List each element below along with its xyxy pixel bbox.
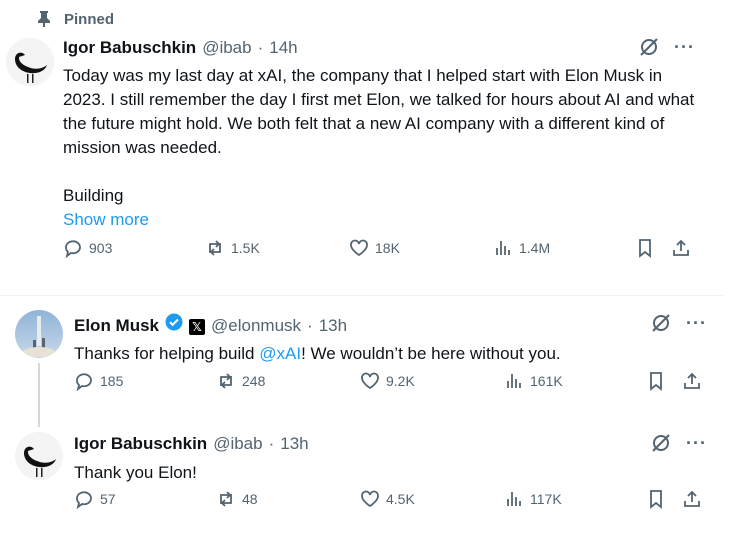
mention-link[interactable]: @xAI: [259, 344, 301, 363]
author-name[interactable]: Elon Musk: [74, 316, 159, 336]
tweet-corner-actions: ···: [650, 432, 707, 454]
heart-icon: [361, 490, 379, 508]
more-options-icon[interactable]: ···: [686, 313, 707, 334]
repost-count: 48: [242, 491, 258, 507]
more-options-icon[interactable]: ···: [674, 37, 695, 58]
like-button[interactable]: 9.2K: [360, 371, 415, 391]
repost-count: 1.5K: [231, 240, 260, 256]
reply-count: 903: [89, 240, 113, 256]
bookmark-icon[interactable]: [635, 238, 655, 258]
views-button[interactable]: 161K: [504, 371, 563, 391]
more-options-icon[interactable]: ···: [686, 433, 707, 454]
grok-icon[interactable]: [650, 432, 672, 454]
avatar[interactable]: [15, 432, 63, 480]
separator-dot: ·: [268, 434, 275, 453]
grok-icon[interactable]: [638, 36, 660, 58]
views-button[interactable]: 117K: [504, 489, 562, 509]
thread-connector-line: [38, 363, 40, 427]
reply-button[interactable]: 57: [74, 489, 116, 509]
repost-icon: [209, 240, 221, 256]
separator-dot: ·: [257, 38, 264, 57]
repost-icon: [220, 491, 232, 507]
share-icon[interactable]: [682, 489, 702, 509]
views-count: 161K: [530, 373, 563, 389]
tweet-text: Thank you Elon!: [74, 463, 197, 482]
reply-button[interactable]: 903: [63, 238, 112, 258]
tweet-corner-actions: ···: [650, 312, 707, 334]
swan-avatar-image: [15, 432, 63, 480]
bookmark-icon[interactable]: [646, 489, 666, 509]
heart-icon: [361, 372, 379, 390]
heart-icon: [350, 239, 368, 257]
tweet-text: Today was my last day at xAI, the compan…: [63, 66, 695, 157]
avatar[interactable]: [15, 310, 63, 358]
repost-button[interactable]: 48: [216, 489, 258, 509]
tweet-header: Elon Musk 𝕏 @elonmusk · 13h: [74, 313, 347, 336]
repost-count: 248: [242, 373, 266, 389]
like-count: 4.5K: [386, 491, 415, 507]
timestamp[interactable]: 13h: [319, 316, 347, 336]
reply-button[interactable]: 185: [74, 371, 123, 391]
x-affiliation-badge-icon: 𝕏: [189, 319, 206, 335]
views-icon: [507, 374, 521, 388]
tweet-text-part: ! We wouldn’t be here without you.: [301, 344, 561, 363]
swan-avatar-image: [6, 38, 54, 86]
share-icon[interactable]: [682, 371, 702, 391]
reply-count: 57: [100, 491, 116, 507]
bookmark-icon[interactable]: [646, 371, 666, 391]
like-count: 18K: [375, 240, 400, 256]
timestamp[interactable]: 13h: [280, 434, 308, 454]
show-more-link[interactable]: Show more: [63, 208, 149, 232]
author-handle[interactable]: @elonmusk: [211, 316, 301, 336]
reply-icon: [76, 491, 92, 509]
pinned-text: Pinned: [64, 10, 115, 28]
pin-icon: [38, 11, 50, 27]
author-handle[interactable]: @ibab: [213, 434, 262, 454]
repost-button[interactable]: 1.5K: [205, 238, 260, 258]
like-button[interactable]: 4.5K: [360, 489, 415, 509]
views-count: 1.4M: [519, 240, 551, 256]
timestamp[interactable]: 14h: [269, 38, 297, 58]
separator-dot: ·: [307, 316, 313, 335]
share-icon[interactable]: [671, 238, 691, 258]
tweet-header: Igor Babuschkin @ibab · 14h: [63, 38, 298, 58]
views-icon: [507, 492, 521, 506]
verified-badge-icon: [165, 313, 183, 331]
like-button[interactable]: 18K: [349, 238, 400, 258]
tweet-header: Igor Babuschkin @ibab · 13h: [74, 434, 309, 454]
views-icon: [496, 241, 510, 255]
views-button[interactable]: 1.4M: [493, 238, 550, 258]
rocket-launch-avatar-image: [15, 310, 63, 358]
views-count: 117K: [530, 491, 562, 507]
divider: [0, 295, 724, 296]
grok-icon[interactable]: [650, 312, 672, 334]
like-count: 9.2K: [386, 373, 415, 389]
pinned-label-row: Pinned: [36, 10, 114, 28]
reply-icon: [65, 240, 81, 258]
author-name[interactable]: Igor Babuschkin: [74, 434, 207, 454]
author-name[interactable]: Igor Babuschkin: [63, 38, 196, 58]
avatar[interactable]: [6, 38, 54, 86]
reply-icon: [76, 373, 92, 391]
tweet-corner-actions: ···: [638, 36, 695, 58]
tweet-text-continued: Building: [63, 186, 124, 205]
reply-count: 185: [100, 373, 124, 389]
author-handle[interactable]: @ibab: [202, 38, 251, 58]
tweet-text: Thanks for helping build @xAI! We wouldn…: [74, 342, 714, 366]
tweet-text-part: Thanks for helping build: [74, 344, 260, 363]
repost-button[interactable]: 248: [216, 371, 265, 391]
repost-icon: [220, 373, 232, 389]
